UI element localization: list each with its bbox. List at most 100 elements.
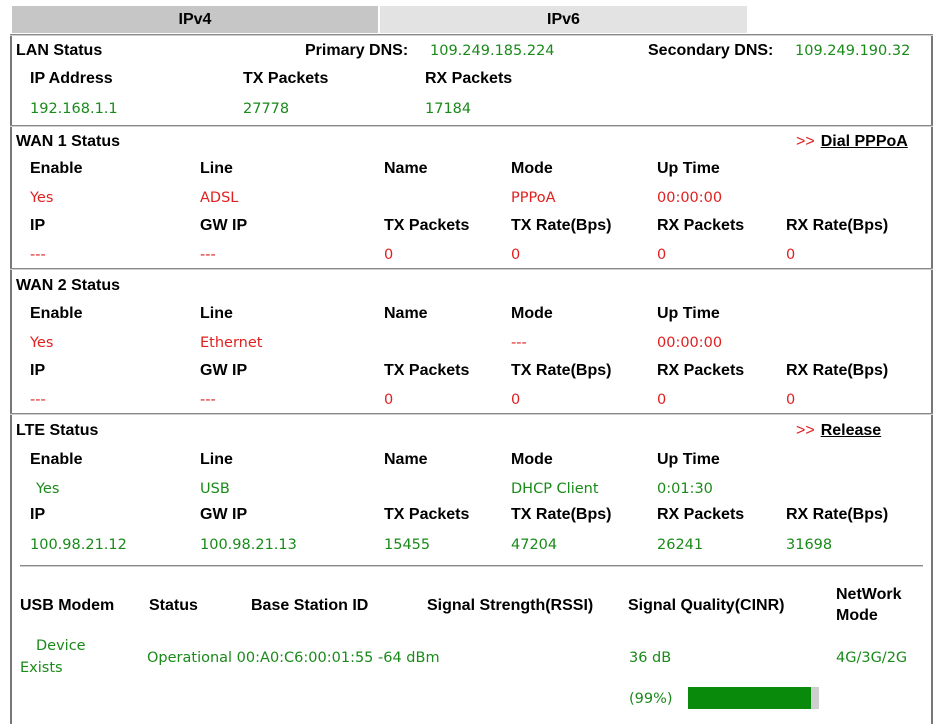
wan1-gwip-value: ---: [200, 247, 216, 263]
divider: [10, 268, 933, 270]
wan2-mode-value: ---: [511, 335, 527, 351]
double-arrow-icon: >>: [796, 133, 815, 150]
modem-header-status: Status: [149, 597, 198, 614]
lan-rx-value: 17184: [425, 101, 472, 117]
wan1-uptime-value: 00:00:00: [657, 190, 723, 206]
wan2-uptime-value: 00:00:00: [657, 335, 723, 351]
wan1-header-tx-rate: TX Rate(Bps): [511, 217, 612, 234]
wan2-header-gwip: GW IP: [200, 362, 248, 379]
wan1-header-rx-packets: RX Packets: [657, 217, 745, 234]
wan1-header-enable: Enable: [30, 160, 83, 177]
modem-header-mode: Mode: [836, 607, 878, 624]
divider: [10, 125, 933, 127]
lte-ip-value: 100.98.21.12: [30, 537, 127, 553]
lte-header-gwip: GW IP: [200, 506, 248, 523]
primary-dns-value: 109.249.185.224: [430, 43, 555, 59]
wan2-header-rx-packets: RX Packets: [657, 362, 745, 379]
double-arrow-icon: >>: [796, 422, 815, 439]
lte-header-rx-rate: RX Rate(Bps): [786, 506, 889, 523]
modem-header-base-station: Base Station ID: [251, 597, 369, 614]
lan-header-rx: RX Packets: [425, 70, 513, 87]
wan1-tx-rate-value: 0: [511, 247, 521, 263]
wan1-enable-value: Yes: [30, 190, 54, 206]
lte-header-ip: IP: [30, 506, 46, 523]
lte-header-uptime: Up Time: [657, 451, 720, 468]
lte-uptime-value: 0:01:30: [657, 481, 713, 497]
modem-divider: [20, 565, 923, 567]
wan1-ip-value: ---: [30, 247, 46, 263]
wan2-header-enable: Enable: [30, 305, 83, 322]
tab-ipv4[interactable]: IPv4: [12, 6, 378, 33]
modem-device-line1: Device: [36, 638, 86, 654]
modem-status-line: Operational 00:A0:C6:00:01:55 -64 dBm: [147, 650, 440, 666]
wan2-tx-rate-value: 0: [511, 392, 521, 408]
dial-pppoa-label: Dial PPPoA: [820, 133, 908, 150]
dial-pppoa-link[interactable]: >> Dial PPPoA: [796, 132, 908, 152]
release-label: Release: [820, 422, 882, 439]
lan-header-ip: IP Address: [30, 70, 113, 87]
wan2-enable-value: Yes: [30, 335, 54, 351]
ip-version-tabs: IPv4 IPv6: [12, 6, 747, 33]
wan1-line-value: ADSL: [200, 190, 239, 206]
modem-header-usb-modem: USB Modem: [20, 597, 115, 614]
lan-status-title: LAN Status: [16, 42, 103, 59]
wan2-header-rx-rate: RX Rate(Bps): [786, 362, 889, 379]
wan1-header-ip: IP: [30, 217, 46, 234]
lte-rx-packets-value: 26241: [657, 537, 704, 553]
wan2-ip-value: ---: [30, 392, 46, 408]
wan2-header-tx-rate: TX Rate(Bps): [511, 362, 612, 379]
primary-dns-label: Primary DNS:: [305, 42, 409, 59]
wan1-header-line: Line: [200, 160, 233, 177]
lan-tx-value: 27778: [243, 101, 290, 117]
wan2-header-mode: Mode: [511, 305, 553, 322]
modem-device-line2: Exists: [20, 660, 63, 676]
wan2-header-uptime: Up Time: [657, 305, 720, 322]
tab-ipv6[interactable]: IPv6: [380, 6, 747, 33]
signal-quality-bar: [688, 687, 819, 709]
wan1-tx-packets-value: 0: [384, 247, 394, 263]
modem-network-mode-value: 4G/3G/2G: [836, 650, 908, 666]
signal-quality-bar-fill: [688, 687, 811, 709]
signal-quality-percent: (99%): [629, 691, 673, 707]
wan1-header-uptime: Up Time: [657, 160, 720, 177]
wan2-rx-rate-value: 0: [786, 392, 796, 408]
lte-mode-value: DHCP Client: [511, 481, 599, 497]
divider: [10, 413, 933, 415]
lte-header-tx-packets: TX Packets: [384, 506, 470, 523]
wan1-mode-value: PPPoA: [511, 190, 556, 206]
lte-header-mode: Mode: [511, 451, 553, 468]
modem-header-rssi: Signal Strength(RSSI): [427, 597, 594, 614]
wan2-rx-packets-value: 0: [657, 392, 667, 408]
wan2-line-value: Ethernet: [200, 335, 263, 351]
wan1-header-name: Name: [384, 160, 428, 177]
lte-gwip-value: 100.98.21.13: [200, 537, 297, 553]
lte-header-enable: Enable: [30, 451, 83, 468]
wan2-status-title: WAN 2 Status: [16, 277, 121, 294]
wan2-header-ip: IP: [30, 362, 46, 379]
lan-ip-value: 192.168.1.1: [30, 101, 118, 117]
lte-tx-rate-value: 47204: [511, 537, 558, 553]
lte-header-tx-rate: TX Rate(Bps): [511, 506, 612, 523]
release-link[interactable]: >> Release: [796, 421, 881, 441]
wan2-gwip-value: ---: [200, 392, 216, 408]
lte-line-value: USB: [200, 481, 230, 497]
wan1-rx-rate-value: 0: [786, 247, 796, 263]
lte-rx-rate-value: 31698: [786, 537, 833, 553]
modem-header-cinr: Signal Quality(CINR): [628, 597, 785, 614]
secondary-dns-value: 109.249.190.32: [795, 43, 911, 59]
modem-cinr-value: 36 dB: [629, 650, 672, 666]
wan2-tx-packets-value: 0: [384, 392, 394, 408]
secondary-dns-label: Secondary DNS:: [648, 42, 774, 59]
wan1-status-title: WAN 1 Status: [16, 133, 121, 150]
lte-tx-packets-value: 15455: [384, 537, 431, 553]
wan1-header-gwip: GW IP: [200, 217, 248, 234]
lte-header-rx-packets: RX Packets: [657, 506, 745, 523]
wan1-header-mode: Mode: [511, 160, 553, 177]
wan2-header-line: Line: [200, 305, 233, 322]
wan1-rx-packets-value: 0: [657, 247, 667, 263]
lte-header-name: Name: [384, 451, 428, 468]
wan2-header-tx-packets: TX Packets: [384, 362, 470, 379]
lan-header-tx: TX Packets: [243, 70, 329, 87]
wan1-header-tx-packets: TX Packets: [384, 217, 470, 234]
wan1-header-rx-rate: RX Rate(Bps): [786, 217, 889, 234]
